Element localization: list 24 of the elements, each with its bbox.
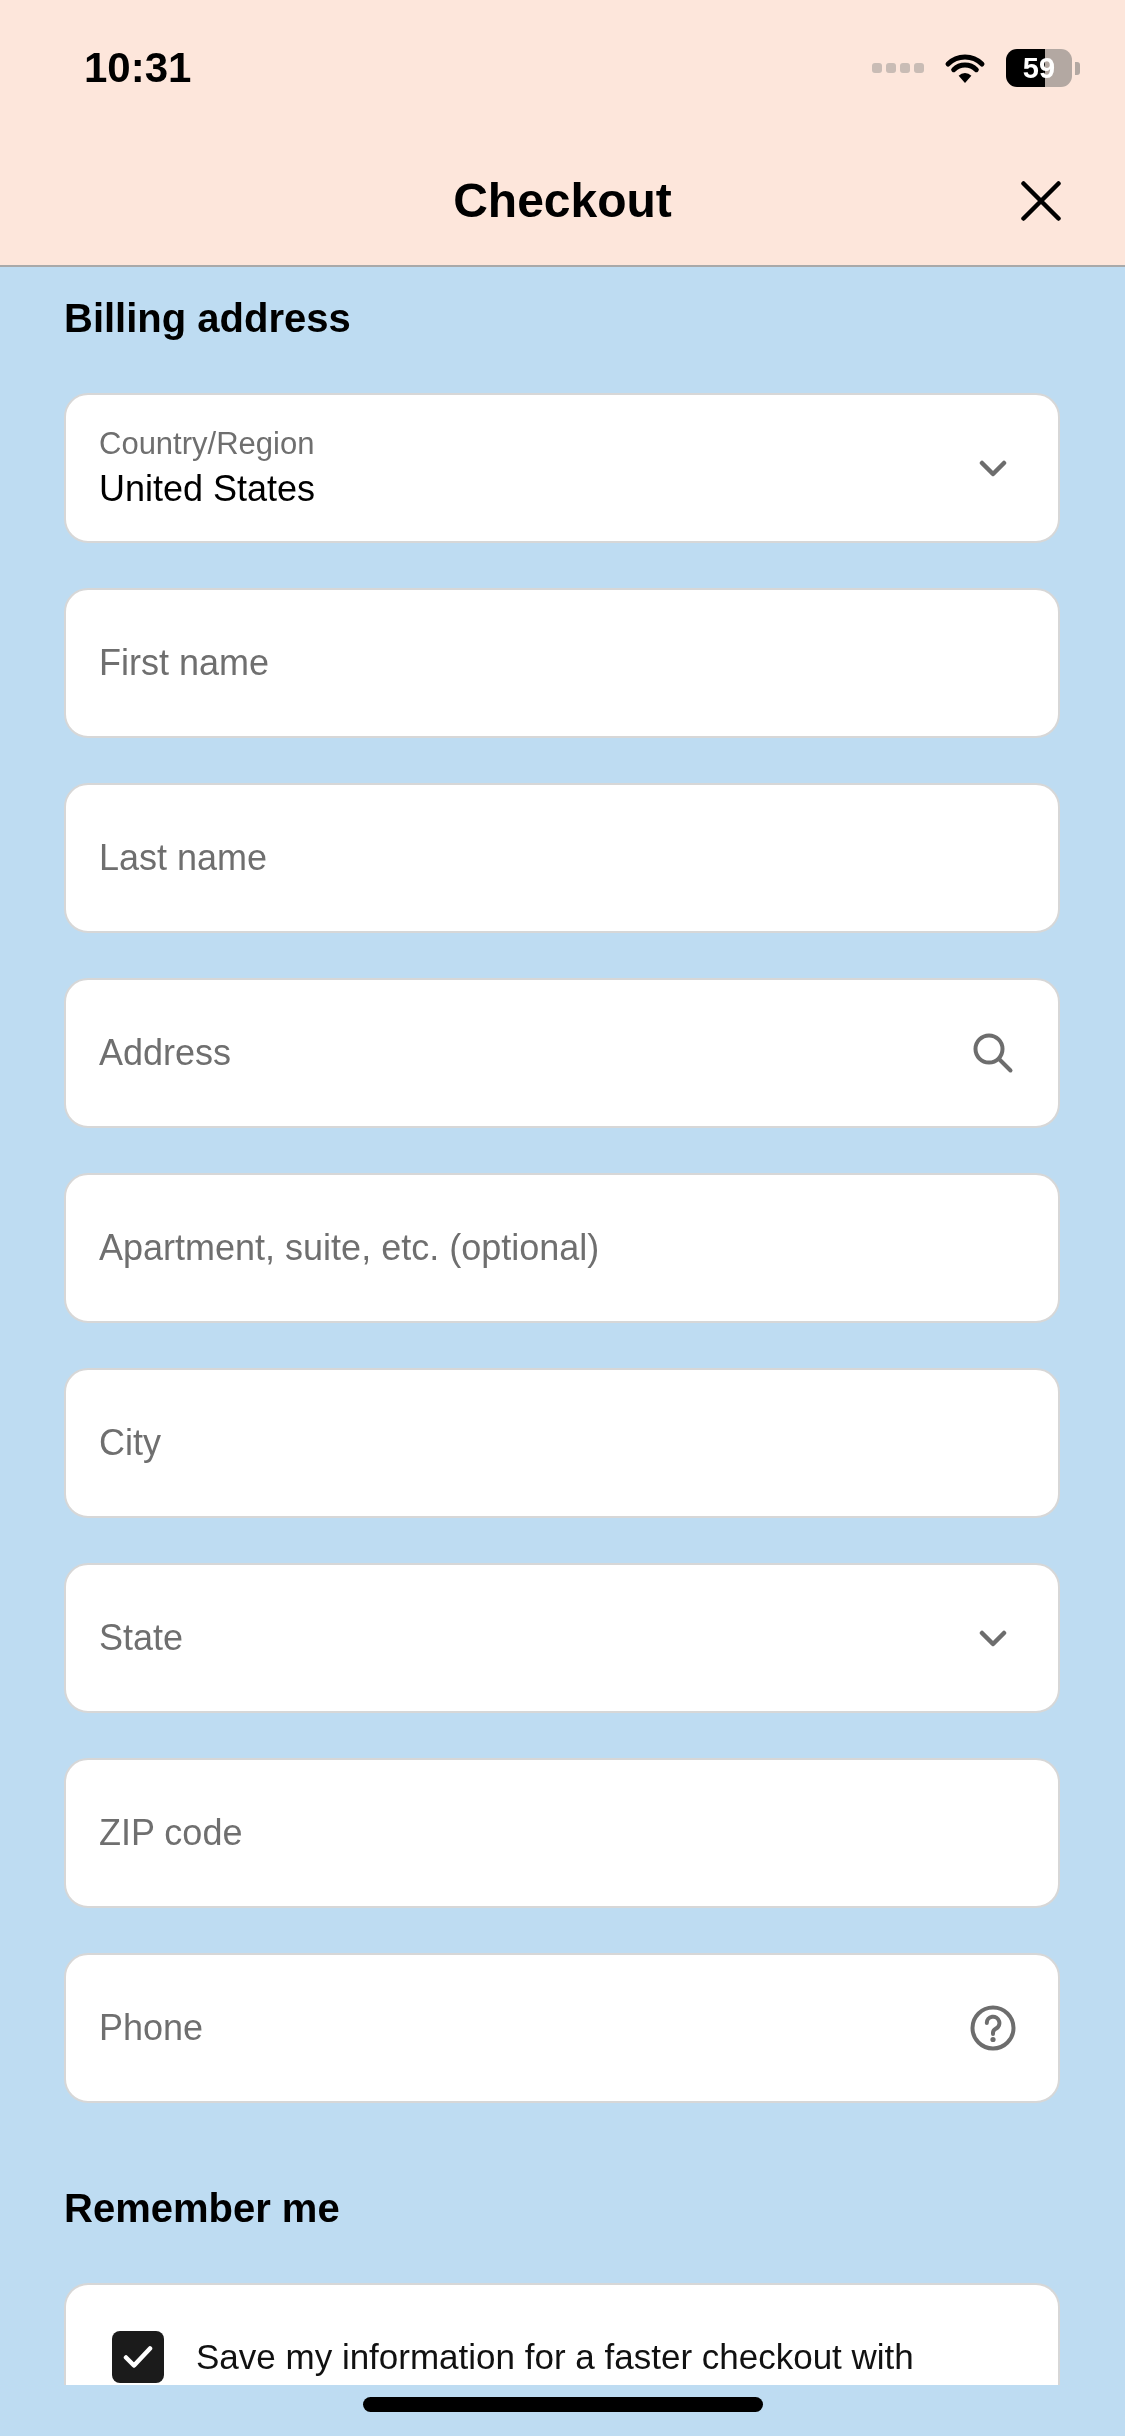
close-icon xyxy=(1021,180,1061,221)
input-field[interactable]: First name xyxy=(64,588,1060,738)
chevron-down-icon xyxy=(979,459,1007,477)
chevron-down-icon xyxy=(979,1629,1007,1647)
search-field[interactable]: Address xyxy=(64,978,1060,1128)
checkbox[interactable] xyxy=(112,2331,164,2383)
wifi-icon xyxy=(944,52,986,84)
status-time: 10:31 xyxy=(84,44,192,92)
checkmark-icon xyxy=(123,2345,153,2369)
help-icon[interactable] xyxy=(970,2005,1016,2051)
input-field[interactable]: Last name xyxy=(64,783,1060,933)
close-button[interactable] xyxy=(1021,180,1061,221)
input-field[interactable]: ZIP code xyxy=(64,1758,1060,1908)
search-icon[interactable] xyxy=(972,1032,1014,1074)
input-field[interactable]: City xyxy=(64,1368,1060,1518)
input-field[interactable]: Apartment, suite, etc. (optional) xyxy=(64,1173,1060,1323)
checkbox-label: Save my information for a faster checkout with xyxy=(196,2336,914,2378)
dropdown-field[interactable]: Country/Region United States xyxy=(64,393,1060,543)
dropdown-field[interactable]: State xyxy=(64,1563,1060,1713)
section-heading: Remember me xyxy=(64,2185,340,2232)
signal-icon xyxy=(872,62,924,74)
section-heading: Billing address xyxy=(64,295,351,342)
input-field[interactable]: Phone xyxy=(64,1953,1060,2103)
page-title: Checkout xyxy=(453,172,672,229)
